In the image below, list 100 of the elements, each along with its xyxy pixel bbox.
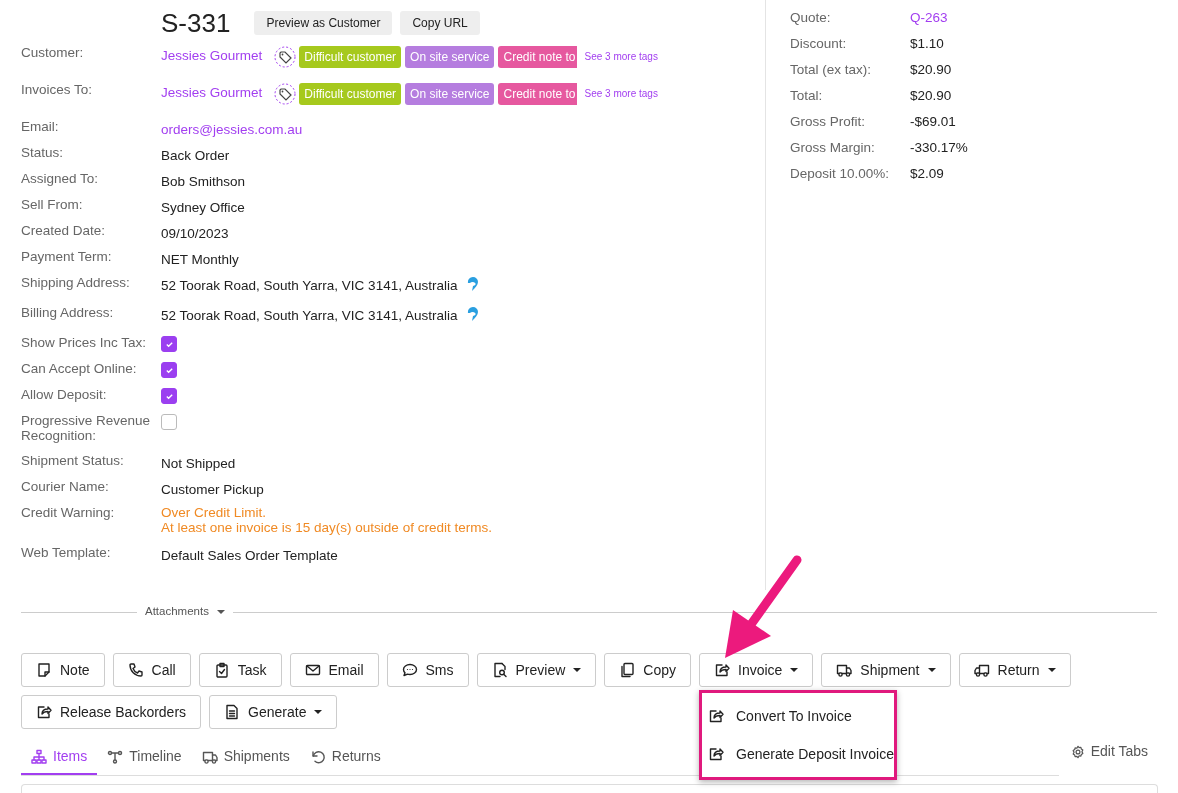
tab[interactable]: Shipments <box>191 746 300 775</box>
field-label: Show Prices Inc Tax: <box>21 336 148 351</box>
share-icon <box>714 662 730 678</box>
toolbar-button[interactable]: Task <box>198 653 282 687</box>
field-label: Can Accept Online: <box>21 362 138 377</box>
attachments-toggle[interactable]: Attachments <box>145 603 225 621</box>
customer-link[interactable]: Jessies Gourmet <box>161 46 263 67</box>
toolbar-button[interactable]: Note <box>21 653 105 687</box>
copy-icon <box>619 662 636 678</box>
share-icon <box>36 704 52 720</box>
customer-link[interactable]: Jessies Gourmet <box>161 83 263 104</box>
field-label: Customer: <box>21 46 85 61</box>
tag: Difficult customer <box>299 83 402 105</box>
field-value: NET Monthly <box>161 251 239 269</box>
address-value: 52 Toorak Road, South Yarra, VIC 3141, Australia <box>161 277 458 295</box>
menu-item[interactable]: Convert To Invoice <box>702 697 894 735</box>
document-icon <box>224 704 241 720</box>
note-icon <box>36 662 52 678</box>
field-label: Invoices To: <box>21 83 94 98</box>
field-label: Email: <box>21 120 60 135</box>
checkbox[interactable] <box>161 362 177 378</box>
map-pin-icon[interactable] <box>467 306 480 322</box>
truck-icon <box>836 662 853 678</box>
address-value: 52 Toorak Road, South Yarra, VIC 3141, Australia <box>161 307 458 325</box>
envelope-icon <box>304 662 321 678</box>
undo-icon <box>309 748 326 765</box>
checkbox[interactable] <box>161 414 177 430</box>
order-number: S-331 <box>161 10 231 36</box>
tag: Difficult customer <box>299 46 402 68</box>
action-button[interactable]: Copy URL <box>400 11 480 35</box>
email-link[interactable]: orders@jessies.com.au <box>161 120 303 141</box>
checkbox[interactable] <box>161 336 177 352</box>
more-tags-link[interactable]: See 3 more tags <box>584 86 658 101</box>
share-icon <box>708 746 724 762</box>
summary-label: Discount: <box>790 35 848 53</box>
field-label: Payment Term: <box>21 250 113 265</box>
edit-tabs-button[interactable]: Edit Tabs <box>1060 741 1158 776</box>
field-label: Courier Name: <box>21 480 110 495</box>
field-value: 09/10/2023 <box>161 225 229 243</box>
summary-value: $1.10 <box>910 35 944 53</box>
tag: Credit note to <box>498 46 577 68</box>
tab[interactable]: Returns <box>299 746 391 775</box>
action-button[interactable]: Preview as Customer <box>254 11 393 35</box>
summary-value: -$69.01 <box>910 113 956 131</box>
summary-value: $20.90 <box>910 87 952 105</box>
warning-text: Over Credit Limit. <box>161 506 268 521</box>
toolbar-button[interactable]: Call <box>112 653 191 687</box>
field-label: Shipment Status: <box>21 454 125 469</box>
dropdown-button[interactable]: Shipment <box>821 653 951 687</box>
toolbar-button[interactable]: Copy <box>604 653 691 687</box>
toolbar-button[interactable]: Release Backorders <box>21 695 202 729</box>
field-label: Billing Address: <box>21 306 115 321</box>
field-label: Allow Deposit: <box>21 388 108 403</box>
tag: On site service <box>405 46 495 68</box>
truck-icon <box>973 662 990 678</box>
field-label: Web Template: <box>21 546 112 561</box>
checkmark-icon <box>164 365 174 375</box>
tag: On site service <box>405 83 495 105</box>
field-label: Progressive Revenue Recognition: <box>21 414 152 444</box>
field-label: Sell From: <box>21 198 84 213</box>
clipboard-icon <box>213 662 230 678</box>
summary-label: Total: <box>790 87 824 105</box>
summary-value: $20.90 <box>910 61 952 79</box>
checkmark-icon <box>164 391 174 401</box>
toolbar-button[interactable]: Sms <box>386 653 469 687</box>
warning-text: At least one invoice is 15 day(s) outside of credit terms. <box>161 520 492 536</box>
summary-value: $2.09 <box>910 165 944 183</box>
dropdown-button[interactable]: Invoice <box>699 653 814 687</box>
field-label: Credit Warning: <box>21 506 116 521</box>
tag-icon[interactable] <box>274 83 297 105</box>
hierarchy-icon <box>31 748 47 765</box>
more-tags-link[interactable]: See 3 more tags <box>584 49 658 64</box>
tag-icon[interactable] <box>274 46 297 68</box>
timeline-icon <box>107 748 124 765</box>
field-value: Not Shipped <box>161 455 236 473</box>
field-value: Sydney Office <box>161 199 245 217</box>
toolbar-button[interactable]: Email <box>289 653 379 687</box>
summary-value: -330.17% <box>910 139 968 157</box>
field-value: Bob Smithson <box>161 173 246 191</box>
field-label: Shipping Address: <box>21 276 131 291</box>
summary-label: Gross Profit: <box>790 113 866 131</box>
field-label: Assigned To: <box>21 172 100 187</box>
summary-label: Quote: <box>790 9 832 27</box>
tab[interactable]: Items <box>21 746 98 775</box>
phone-icon <box>127 662 144 678</box>
dropdown-button[interactable]: Return <box>958 653 1071 687</box>
dropdown-button[interactable]: Generate <box>209 695 338 729</box>
dropdown-button[interactable]: Preview <box>476 653 597 687</box>
tag: Credit note to <box>498 83 577 105</box>
field-value: Customer Pickup <box>161 481 264 499</box>
tab[interactable]: Timeline <box>97 746 192 775</box>
summary-label: Total (ex tax): <box>790 61 873 79</box>
menu-item[interactable]: Generate Deposit Invoice <box>702 735 894 773</box>
field-label: Created Date: <box>21 224 107 239</box>
quote-link[interactable]: Q-263 <box>910 8 948 34</box>
checkbox[interactable] <box>161 388 177 404</box>
checkmark-icon <box>164 339 174 349</box>
field-value: Default Sales Order Template <box>161 547 338 565</box>
map-pin-icon[interactable] <box>467 276 480 292</box>
share-icon <box>708 708 724 724</box>
